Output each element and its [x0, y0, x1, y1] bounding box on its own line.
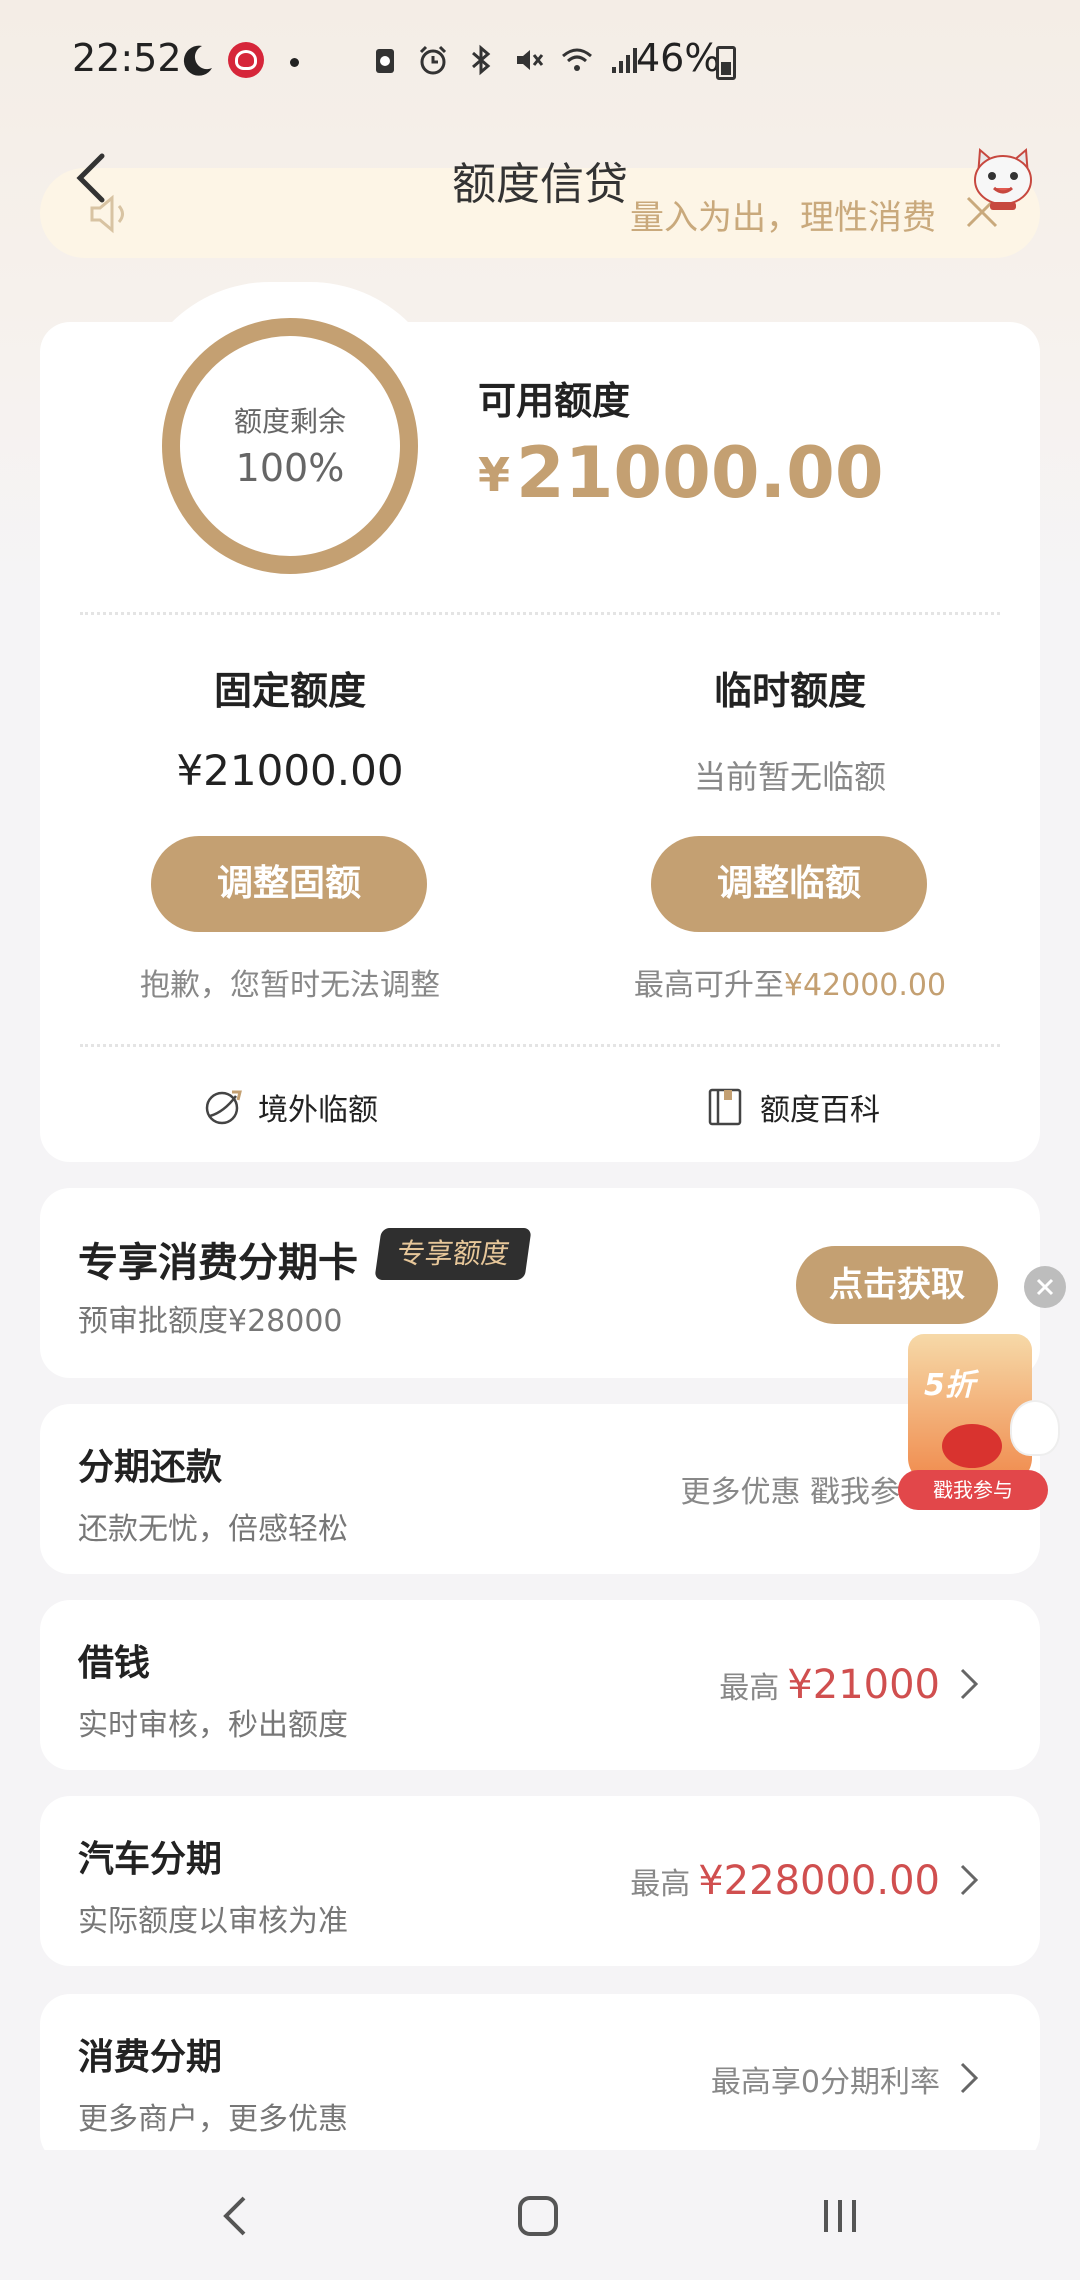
fixed-credit-title: 固定额度: [213, 669, 366, 713]
close-icon: [1036, 1278, 1054, 1296]
available-credit-label: 可用额度: [478, 379, 631, 423]
list-item-right: 最高 ¥228000.00: [630, 1796, 940, 1966]
more-notifications-dot-icon: [290, 58, 299, 67]
nav-recent-apps-icon[interactable]: [810, 2186, 870, 2246]
list-item-subtitle: 实时审核，秒出额度: [78, 1708, 348, 1743]
credit-wiki-link[interactable]: 额度百科: [704, 1082, 880, 1132]
list-item-subtitle: 还款无忧，倍感轻松: [78, 1512, 348, 1547]
wiki-link-label: 额度百科: [760, 1093, 880, 1128]
list-item-title: 消费分期: [78, 2037, 223, 2078]
list-item-title: 分期还款: [78, 1447, 223, 1488]
get-offer-button[interactable]: 点击获取: [796, 1246, 998, 1324]
max-amount: ¥21000: [787, 1662, 940, 1708]
ring-percent: 100%: [235, 446, 345, 490]
bank-app-notification-icon: [228, 42, 264, 78]
temporary-credit-title: 临时额度: [713, 669, 866, 713]
temporary-note-prefix: 最高可升至: [633, 968, 784, 1003]
chevron-right-icon: [960, 1668, 979, 1700]
page-title: 额度信贷: [452, 159, 628, 210]
max-amount: ¥228000.00: [698, 1858, 940, 1904]
wifi-icon: [562, 48, 592, 71]
divider: [80, 1044, 1000, 1047]
max-prefix: 最高: [630, 1867, 691, 1902]
exclusive-card-title: 专享消费分期卡: [78, 1240, 358, 1286]
promo-discount-tag: 5折: [924, 1368, 975, 1403]
nav-back-icon[interactable]: [206, 2186, 266, 2246]
max-prefix: 最高: [719, 1671, 780, 1706]
bluetooth-icon: [472, 44, 491, 76]
list-item-title: 借钱: [78, 1643, 151, 1684]
list-item-borrow-money[interactable]: 借钱 实时审核，秒出额度 最高 ¥21000: [40, 1600, 1040, 1770]
temporary-credit-note: 最高可升至¥42000.00: [540, 960, 1040, 1004]
list-item-consumer-installment[interactable]: 消费分期 更多商户，更多优惠 最高享0分期利率: [40, 1994, 1040, 2164]
fixed-credit-value: ¥21000.00: [176, 746, 404, 795]
overseas-link-label: 境外临额: [258, 1093, 378, 1128]
globe-plane-icon: [205, 1090, 242, 1125]
battery-icon: [716, 46, 736, 80]
page: 22:52 46% 量入为出，理性消费 额度信贷 额度剩余 100% 可用额度 …: [0, 0, 1080, 2280]
list-item-subtitle: 更多商户，更多优惠: [78, 2102, 348, 2137]
status-bar: 22:52 46%: [0, 0, 1080, 120]
list-item-right: 最高 ¥21000: [719, 1600, 940, 1770]
list-item-right: 最高享0分期利率: [711, 1994, 940, 2164]
fixed-credit-note: 抱歉，您暂时无法调整: [140, 968, 440, 1003]
promo-mascot-icon: [1010, 1400, 1060, 1456]
available-amount-value: 21000.00: [516, 432, 884, 514]
exclusive-badge: 专享额度: [374, 1228, 532, 1280]
list-item-subtitle: 实际额度以审核为准: [78, 1904, 348, 1939]
ring-label: 额度剩余: [233, 405, 346, 438]
mute-icon: [517, 50, 544, 70]
do-not-disturb-moon-icon: [183, 45, 212, 76]
exclusive-card-subtitle: 预审批额度¥28000: [78, 1304, 343, 1339]
currency-symbol: ¥: [478, 448, 511, 502]
list-item-right-text: 最高享0分期利率: [710, 2065, 940, 2100]
temporary-credit-value: 当前暂无临额: [693, 758, 886, 796]
status-time: 22:52: [72, 36, 182, 80]
list-item-right-text: 更多优惠 戳我参: [680, 1475, 900, 1510]
recycle-icon: [376, 49, 394, 73]
system-nav-bar: [0, 2150, 1080, 2280]
temporary-note-amount: ¥42000.00: [783, 968, 947, 1003]
adjust-temporary-credit-button[interactable]: 调整临额: [651, 836, 927, 932]
adjust-fixed-credit-button[interactable]: 调整固额: [151, 836, 427, 932]
promo-join-button[interactable]: 戳我参与: [898, 1470, 1048, 1510]
nav-home-icon[interactable]: [508, 2186, 568, 2246]
chevron-right-icon: [960, 1864, 979, 1896]
chevron-right-icon: [960, 2062, 979, 2094]
list-item-right: 更多优惠 戳我参: [680, 1404, 900, 1574]
promo-close-button[interactable]: [1024, 1266, 1066, 1308]
overseas-temporary-credit-link[interactable]: 境外临额: [202, 1082, 378, 1132]
list-item-title: 汽车分期: [78, 1839, 223, 1880]
floating-promo[interactable]: 5折 戳我参与: [872, 1330, 1072, 1520]
available-credit-amount: ¥21000.00: [478, 432, 884, 514]
list-item-car-installment[interactable]: 汽车分期 实际额度以审核为准 最高 ¥228000.00: [40, 1796, 1040, 1966]
divider: [80, 612, 1000, 615]
alarm-icon: [419, 45, 447, 75]
battery-percent: 46%: [636, 36, 721, 80]
promo-seal-icon: [942, 1424, 1002, 1468]
status-icons: [368, 40, 642, 80]
customer-service-mascot-icon[interactable]: [970, 146, 1036, 210]
book-icon: [708, 1088, 742, 1126]
